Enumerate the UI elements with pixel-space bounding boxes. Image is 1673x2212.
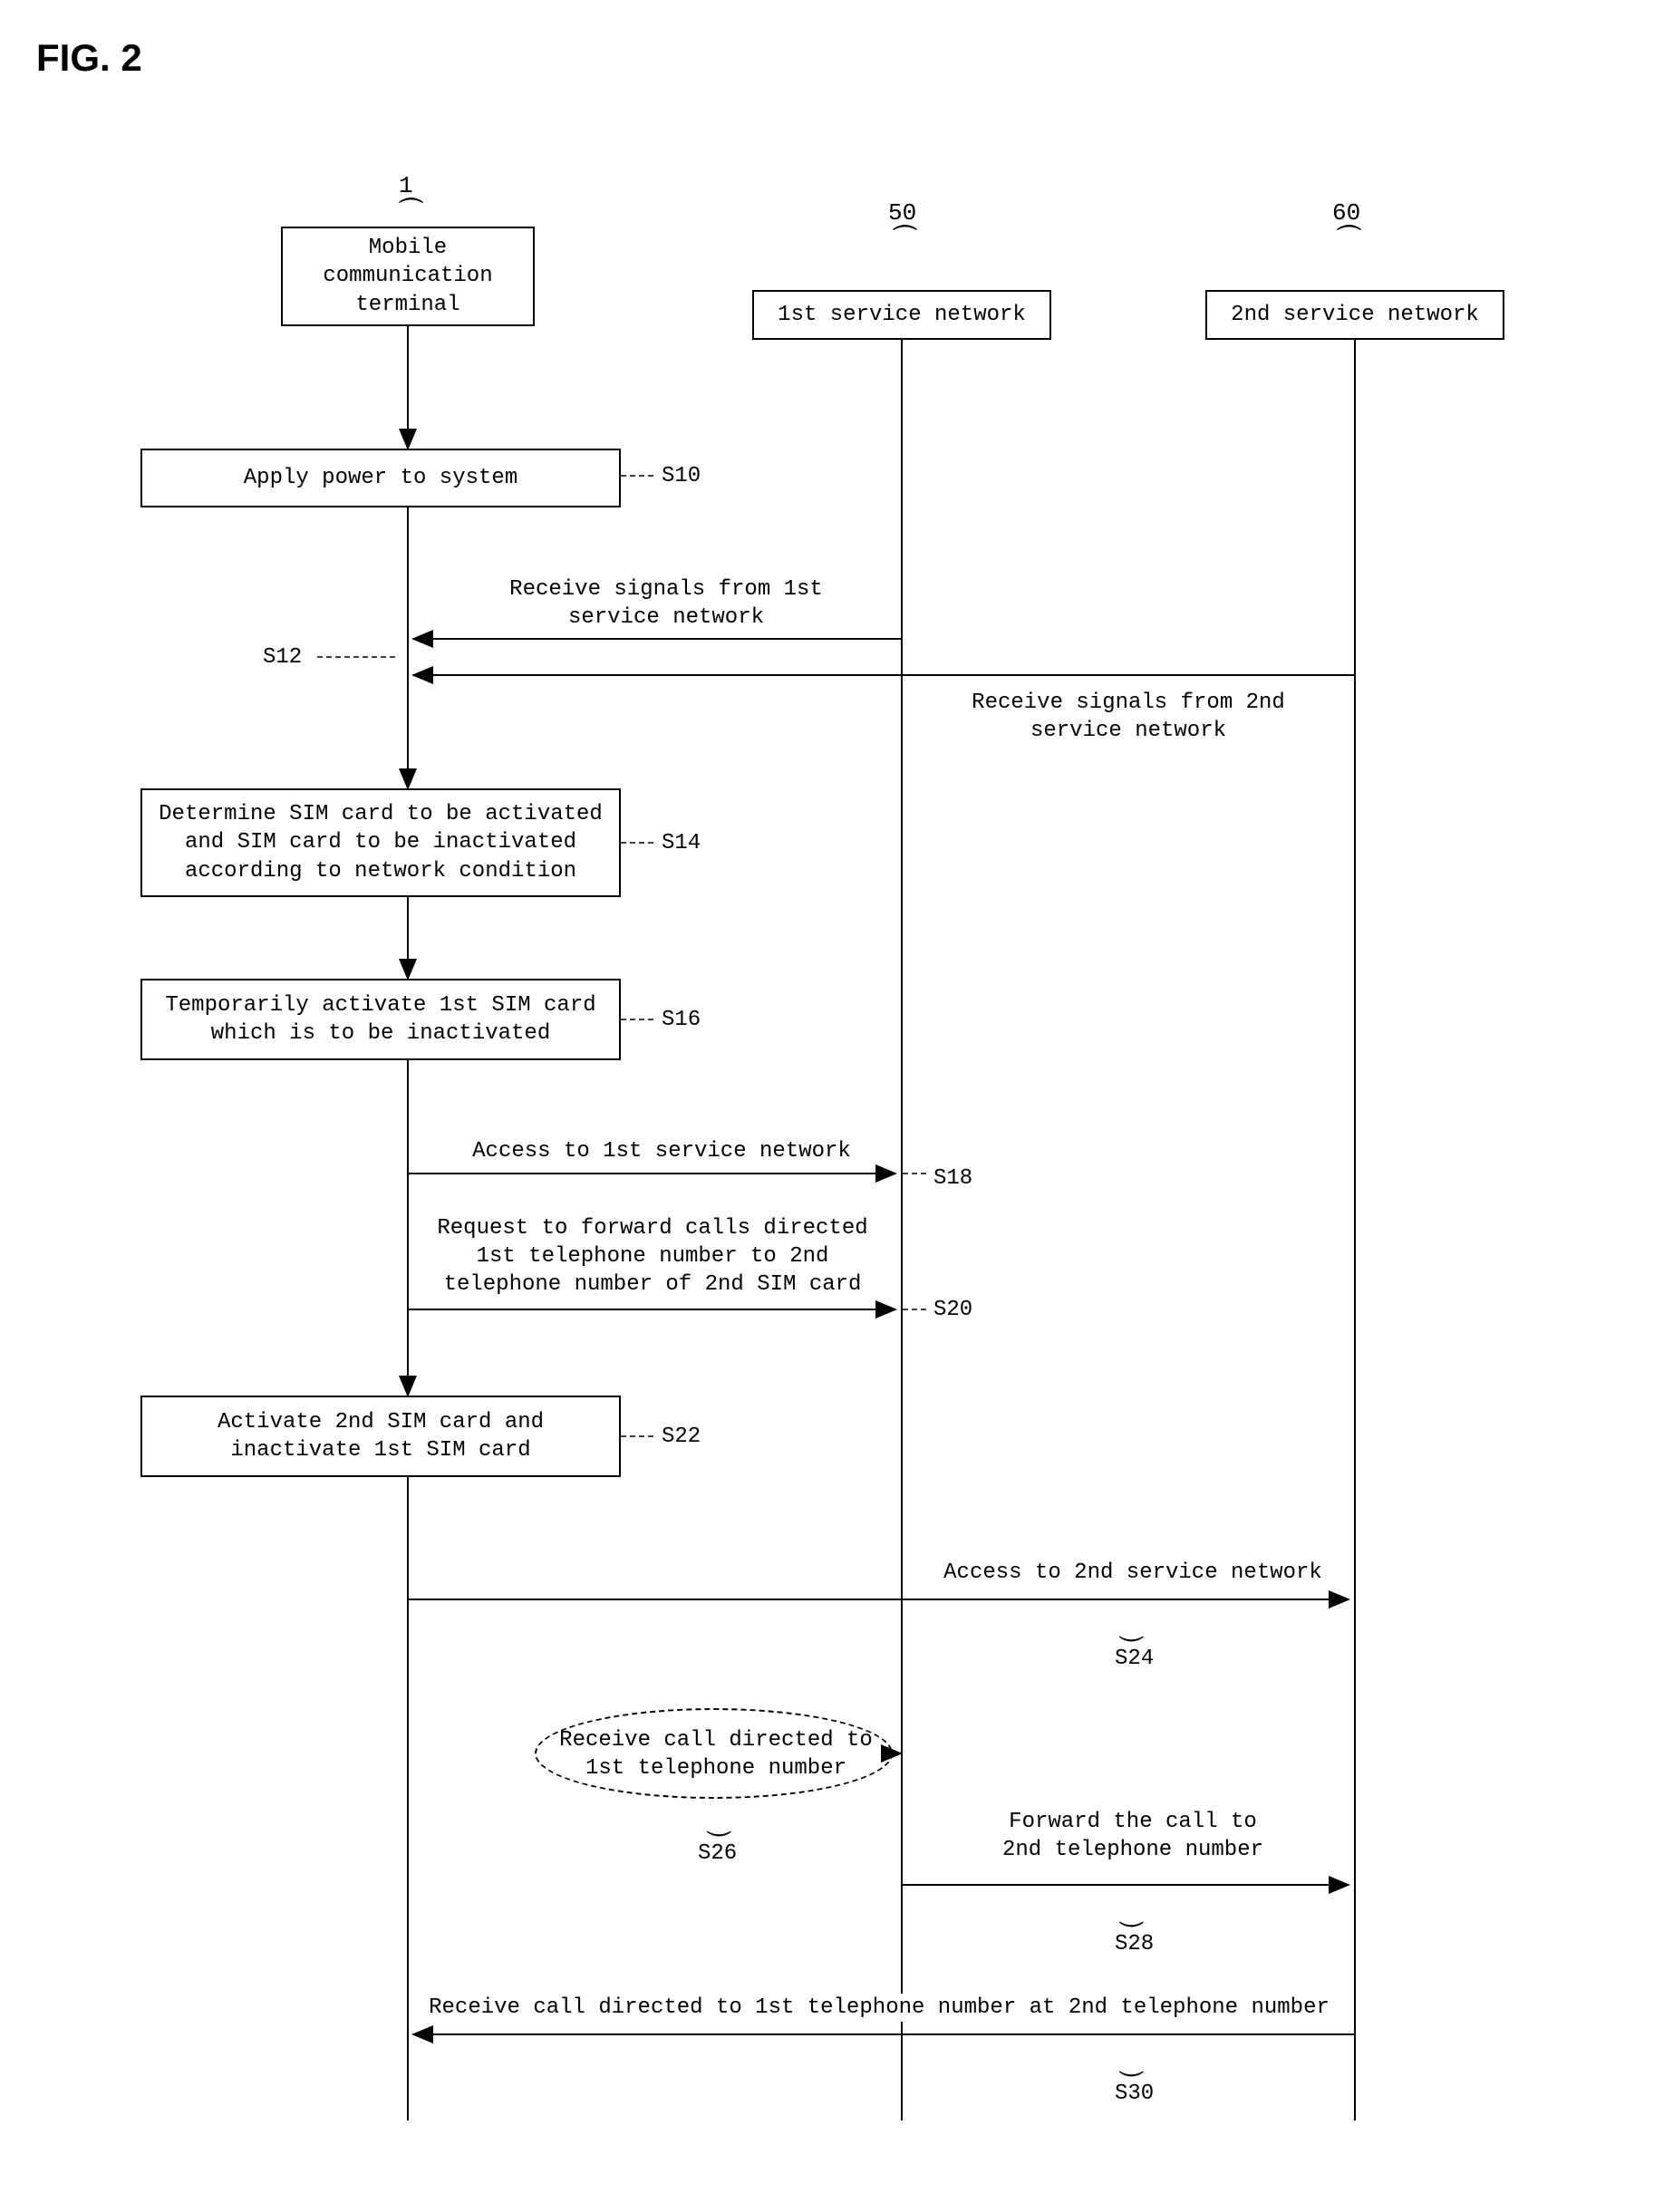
- step-s14-text: Determine SIM card to be activated and S…: [153, 800, 608, 885]
- ref-net2: 60: [1332, 199, 1360, 227]
- step-s18-tag: S18: [933, 1164, 972, 1193]
- step-s28-tag: S28: [1115, 1930, 1154, 1958]
- step-s16-tag: S16: [662, 1006, 701, 1034]
- step-s12-tag: S12: [263, 643, 302, 671]
- step-s22-text: Activate 2nd SIM card and inactivate 1st…: [153, 1408, 608, 1464]
- bracket-icon: ⏜: [1337, 227, 1361, 256]
- lifeline-net2: [1354, 340, 1356, 2120]
- ref-terminal: 1: [399, 172, 413, 199]
- step-s20-text: Request to forward calls directed 1st te…: [426, 1214, 879, 1299]
- step-s16-box: Temporarily activate 1st SIM card which …: [140, 979, 621, 1060]
- actor-terminal: Mobile communication terminal: [281, 227, 535, 326]
- step-s30-text: Receive call directed to 1st telephone n…: [417, 1994, 1341, 2022]
- figure-label: FIG. 2: [36, 36, 142, 80]
- step-s20-tag: S20: [933, 1296, 972, 1324]
- lifeline-net1: [901, 340, 903, 2120]
- step-s30-tag: S30: [1115, 2080, 1154, 2108]
- actor-net1: 1st service network: [752, 290, 1051, 340]
- step-s10-box: Apply power to system: [140, 449, 621, 507]
- lifeline-terminal: [407, 326, 409, 2120]
- bracket-icon: ⏜: [399, 199, 423, 228]
- step-s26-tag: S26: [698, 1840, 737, 1868]
- step-s24-tag: S24: [1115, 1645, 1154, 1673]
- arrows-layer: [36, 36, 1637, 2176]
- step-s24-text: Access to 2nd service network: [915, 1559, 1350, 1587]
- bracket-icon: ⏝: [1119, 1898, 1144, 1927]
- step-s14-tag: S14: [662, 829, 701, 857]
- bracket-icon: ⏝: [1119, 1613, 1144, 1642]
- bracket-icon: ⏜: [893, 227, 917, 256]
- actor-net2: 2nd service network: [1205, 290, 1504, 340]
- actor-net1-label: 1st service network: [778, 301, 1026, 329]
- actor-terminal-label: Mobile communication terminal: [294, 234, 522, 319]
- step-s28-text: Forward the call to 2nd telephone number: [961, 1808, 1305, 1864]
- step-s26-text: Receive call directed to 1st telephone n…: [553, 1726, 879, 1782]
- ref-net1: 50: [888, 199, 916, 227]
- step-s12-text2: Receive signals from 2nd service network: [929, 689, 1328, 745]
- step-s14-box: Determine SIM card to be activated and S…: [140, 788, 621, 897]
- step-s18-text: Access to 1st service network: [444, 1137, 879, 1165]
- actor-net2-label: 2nd service network: [1231, 301, 1479, 329]
- step-s22-box: Activate 2nd SIM card and inactivate 1st…: [140, 1396, 621, 1477]
- bracket-icon: ⏝: [707, 1808, 731, 1837]
- step-s12-text: Receive signals from 1st service network: [462, 575, 870, 632]
- bracket-icon: ⏝: [1119, 2048, 1144, 2077]
- step-s22-tag: S22: [662, 1423, 701, 1451]
- step-s16-text: Temporarily activate 1st SIM card which …: [153, 991, 608, 1048]
- diagram-canvas: FIG. 2 1 ⏜ 50 ⏜ 60 ⏜ Mobile communicatio…: [36, 36, 1637, 2176]
- step-s10-text: Apply power to system: [244, 464, 517, 492]
- step-s10-tag: S10: [662, 462, 701, 490]
